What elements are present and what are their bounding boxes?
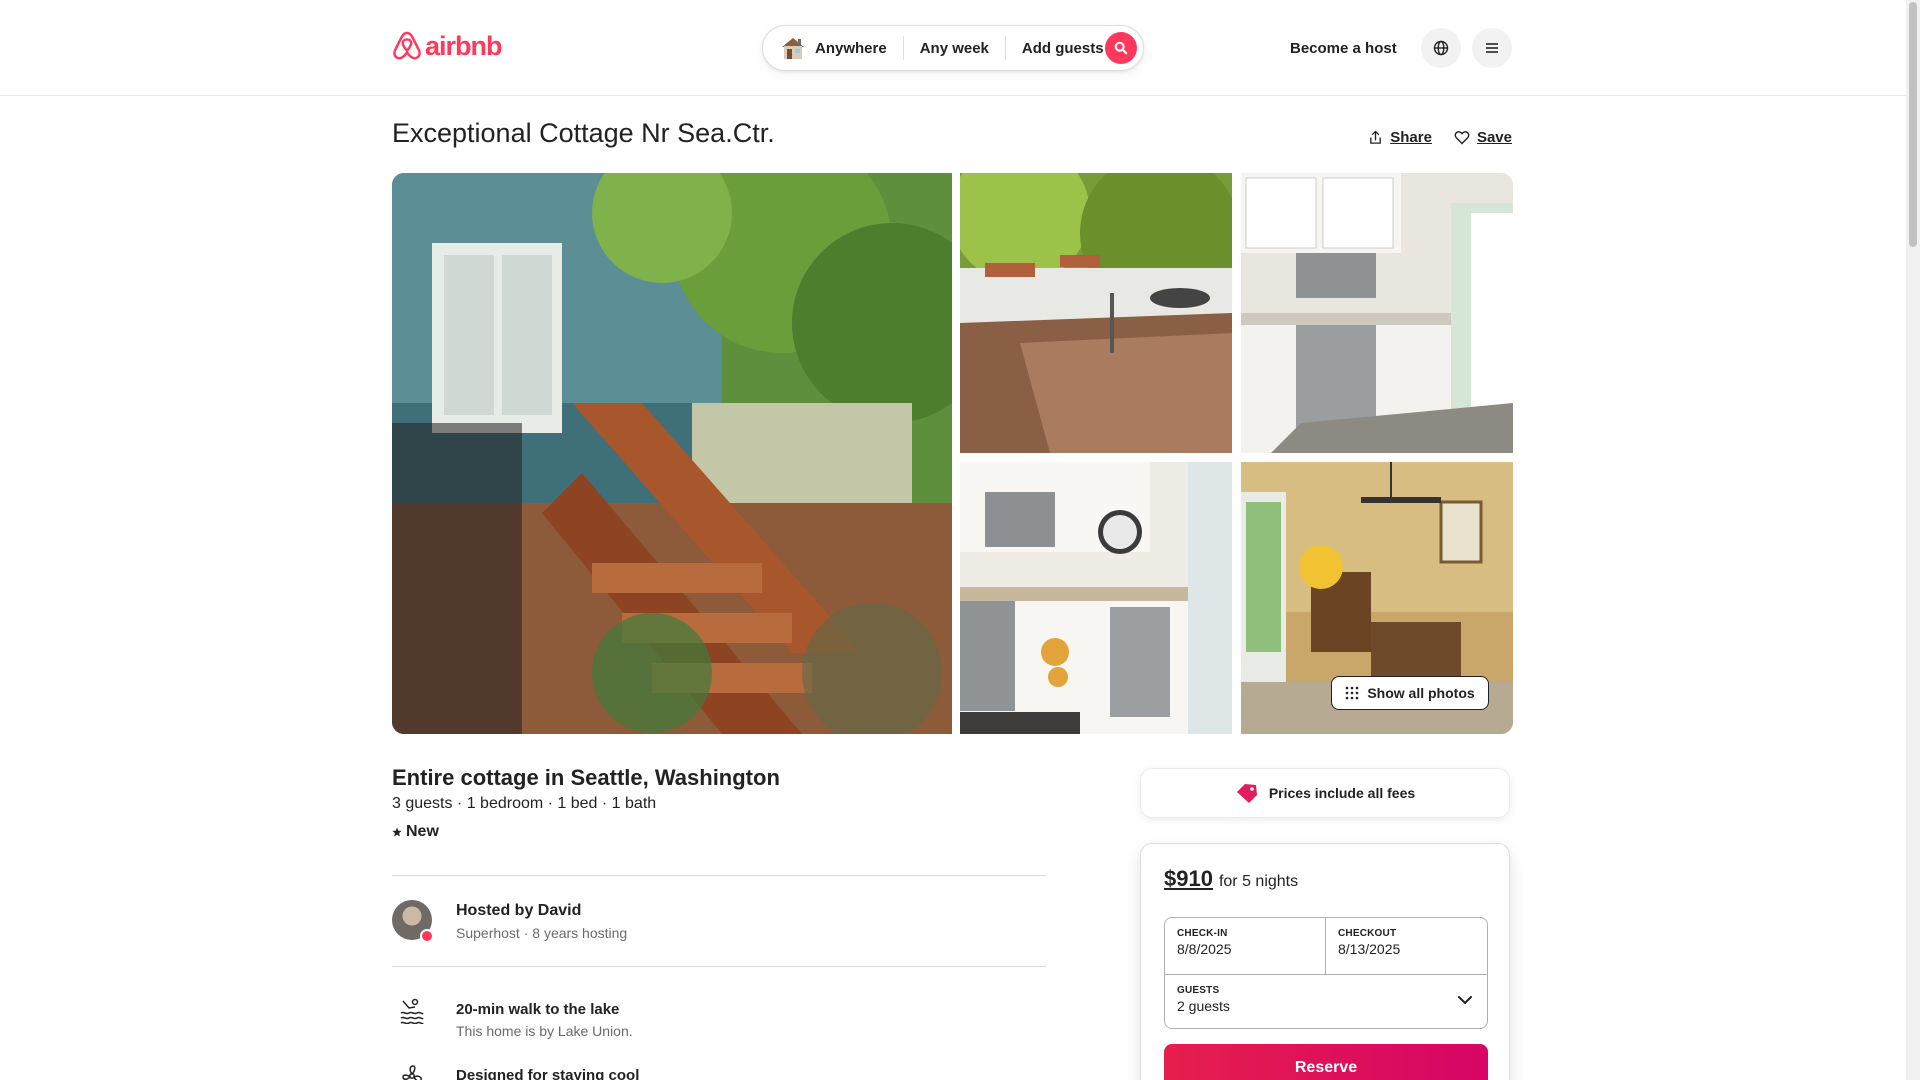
listing-title: Exceptional Cottage Nr Sea.Ctr.: [392, 118, 775, 148]
photo-gallery: [392, 173, 1513, 734]
search-when[interactable]: Any week: [904, 36, 1005, 60]
listing-facts: 3 guests · 1 bedroom · 1 bed · 1 bath: [392, 795, 657, 812]
prices-include-fees-banner: Prices include all fees: [1140, 768, 1510, 818]
fan-icon: [400, 1064, 424, 1080]
search-where[interactable]: Anywhere: [779, 36, 903, 60]
save-label: Save: [1476, 129, 1512, 146]
price-tag-icon: [1236, 784, 1257, 803]
search-where-label: Anywhere: [815, 39, 887, 57]
page-scrollbar[interactable]: [1906, 0, 1920, 1080]
price-nights: for 5 nights: [1218, 873, 1299, 890]
reserve-button[interactable]: Reserve: [1164, 1044, 1488, 1080]
show-all-photos-button[interactable]: Show all photos: [1331, 676, 1489, 710]
share-button[interactable]: Share: [1368, 129, 1432, 146]
top-bar: airbnb Anywhere Any week Add guests Beco…: [0, 0, 1906, 96]
highlight-subtitle: This home is by Lake Union.: [456, 1023, 633, 1039]
search-when-label: Any week: [919, 39, 989, 57]
section-divider: [392, 875, 1046, 876]
guests-label: GUESTS: [1177, 985, 1220, 996]
checkin-value: 8/8/2025: [1177, 941, 1232, 957]
host-name: Hosted by David: [456, 902, 582, 919]
search-icon: [1114, 41, 1128, 55]
title-actions: Share Save: [1368, 129, 1512, 146]
star-icon: [392, 827, 402, 837]
save-button[interactable]: Save: [1454, 129, 1512, 146]
show-all-photos-label: Show all photos: [1367, 685, 1475, 701]
heart-icon: [1454, 131, 1470, 145]
checkout-value: 8/13/2025: [1338, 941, 1401, 957]
menu-button[interactable]: [1472, 28, 1512, 68]
globe-icon: [1433, 40, 1449, 56]
photo-deck[interactable]: [960, 173, 1232, 453]
search-who[interactable]: Add guests: [1006, 36, 1120, 60]
share-icon: [1370, 130, 1382, 144]
guests-value: 2 guests: [1177, 998, 1230, 1014]
airbnb-logo[interactable]: airbnb: [392, 30, 503, 62]
section-divider: [392, 966, 1046, 967]
listing-rating: New: [392, 823, 439, 841]
chevron-down-icon: [1458, 996, 1472, 1004]
guests-field[interactable]: GUESTS 2 guests: [1165, 974, 1487, 1029]
checkin-label: CHECK-IN: [1177, 928, 1228, 939]
fees-banner-text: Prices include all fees: [1268, 785, 1416, 801]
listing-type: Entire cottage in Seattle, Washington: [392, 765, 780, 790]
rating-label: New: [406, 823, 439, 840]
booking-card: $910 for 5 nights CHECK-IN 8/8/2025 CHEC…: [1140, 843, 1510, 1080]
photo-main-exterior-stairs[interactable]: [392, 173, 952, 734]
host-meta: Superhost · 8 years hosting: [456, 925, 628, 941]
checkout-label: CHECKOUT: [1338, 928, 1397, 939]
price-amount[interactable]: $910: [1164, 866, 1213, 892]
become-host-link[interactable]: Become a host: [1280, 36, 1407, 61]
price-summary: $910 for 5 nights: [1164, 866, 1298, 892]
superhost-badge-icon: [420, 929, 434, 943]
lake-icon: [400, 998, 424, 1029]
share-label: Share: [1390, 129, 1432, 146]
photo-kitchen-sink[interactable]: [960, 462, 1232, 734]
highlight-title: 20-min walk to the lake: [456, 1001, 620, 1018]
logo-text: airbnb: [425, 30, 503, 61]
language-button[interactable]: [1421, 28, 1461, 68]
scrollbar-thumb[interactable]: [1909, 2, 1917, 247]
search-bar[interactable]: Anywhere Any week Add guests: [762, 25, 1144, 71]
hamburger-icon: [1486, 43, 1498, 53]
search-who-label: Add guests: [1021, 39, 1104, 57]
airbnb-logo-icon: [393, 31, 421, 60]
house-icon: [782, 38, 804, 59]
checkin-field[interactable]: CHECK-IN 8/8/2025: [1165, 918, 1326, 974]
checkout-field[interactable]: CHECKOUT 8/13/2025: [1326, 918, 1487, 974]
date-guest-picker: CHECK-IN 8/8/2025 CHECKOUT 8/13/2025 GUE…: [1164, 917, 1488, 1029]
grid-dots-icon: [1346, 686, 1359, 700]
search-button[interactable]: [1105, 32, 1137, 64]
highlight-title: Designed for staying cool: [456, 1067, 640, 1080]
photo-kitchen-stove[interactable]: [1241, 173, 1513, 453]
